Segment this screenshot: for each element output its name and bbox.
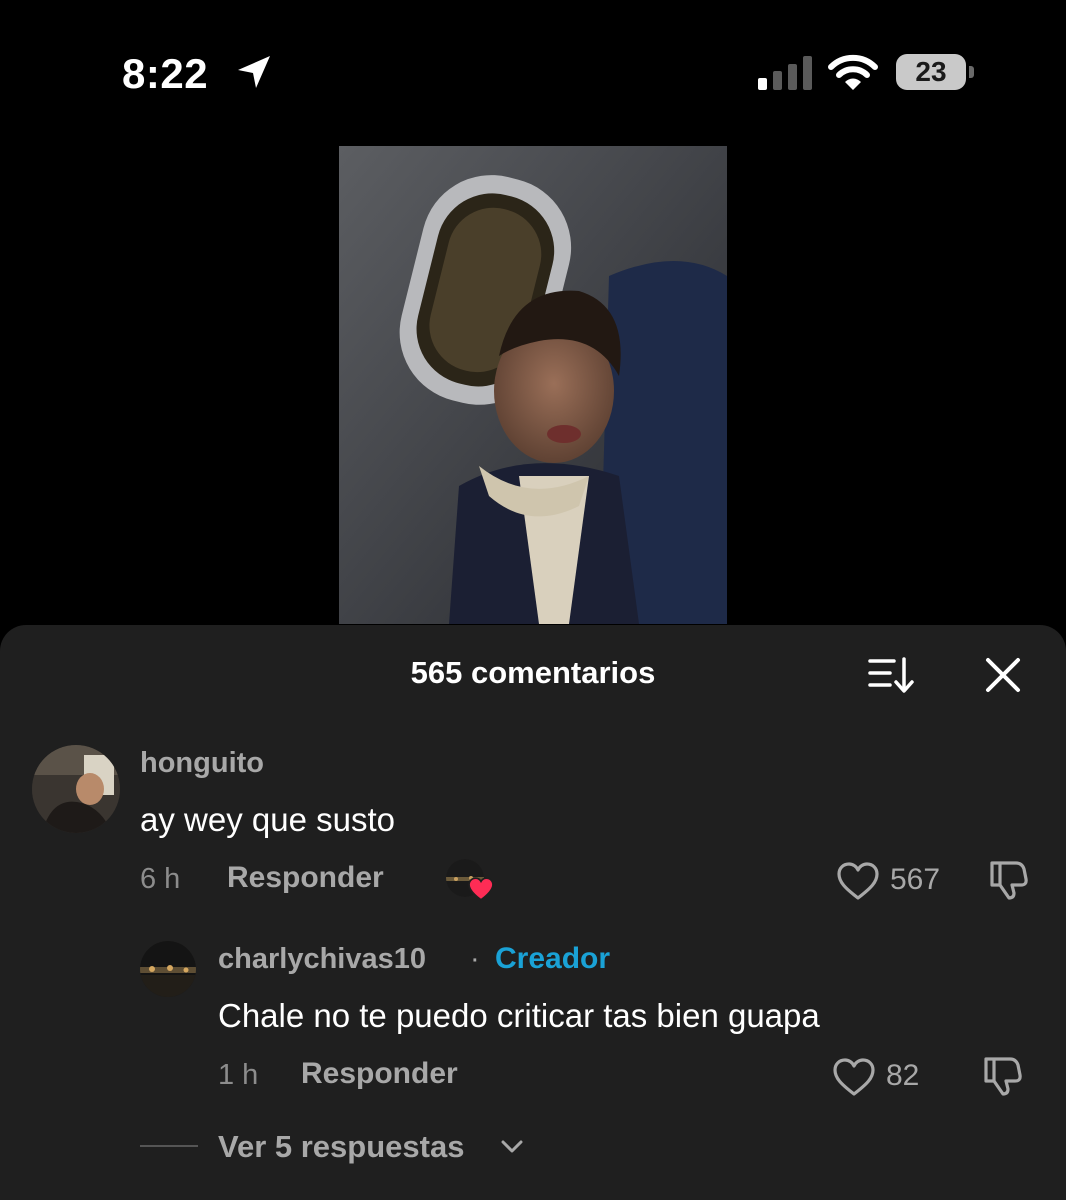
avatar-image [32, 745, 120, 833]
like-heart-icon[interactable] [836, 861, 880, 901]
close-icon[interactable] [983, 655, 1023, 695]
heart-badge-icon [468, 877, 494, 901]
comment-age: 6 h [140, 863, 181, 895]
battery-indicator: 23 [896, 54, 976, 92]
reply-username[interactable]: charlychivas10 [218, 943, 426, 976]
like-count: 82 [886, 1059, 920, 1092]
comments-sheet: 565 comentarios honguito ay wey que sust… [0, 625, 1066, 1200]
reply-text: Chale no te puedo criticar tas bien guap… [218, 997, 820, 1034]
creator-badge: Creador [495, 942, 611, 975]
status-time: 8:22 [122, 50, 209, 97]
reply-button[interactable]: Responder [227, 861, 384, 895]
dislike-icon[interactable] [980, 1053, 1024, 1097]
sort-icon[interactable] [868, 655, 918, 695]
creator-liked-indicator [446, 859, 494, 901]
battery-level: 23 [915, 56, 947, 87]
avatar-image [140, 941, 196, 997]
like-heart-icon[interactable] [832, 1057, 876, 1097]
video-frame-image [339, 146, 727, 624]
replies-divider [140, 1145, 198, 1147]
wifi-icon [828, 54, 878, 90]
cellular-signal-icon [758, 56, 812, 90]
location-arrow-icon [238, 56, 270, 88]
battery-cap [969, 66, 974, 78]
like-count: 567 [890, 863, 941, 896]
reply-button[interactable]: Responder [301, 1057, 458, 1091]
avatar[interactable] [32, 745, 120, 833]
dislike-icon[interactable] [986, 857, 1030, 901]
avatar[interactable] [140, 941, 196, 997]
separator-dot: · [470, 943, 480, 975]
video-preview[interactable] [339, 146, 727, 624]
comment-text: ay wey que susto [140, 801, 395, 838]
view-more-replies-button[interactable]: Ver 5 respuestas [218, 1129, 464, 1165]
comment-username[interactable]: honguito [140, 747, 264, 780]
reply-age: 1 h [218, 1059, 259, 1091]
chevron-down-icon[interactable] [500, 1139, 524, 1155]
status-bar: 8:22 23 [0, 0, 1066, 120]
